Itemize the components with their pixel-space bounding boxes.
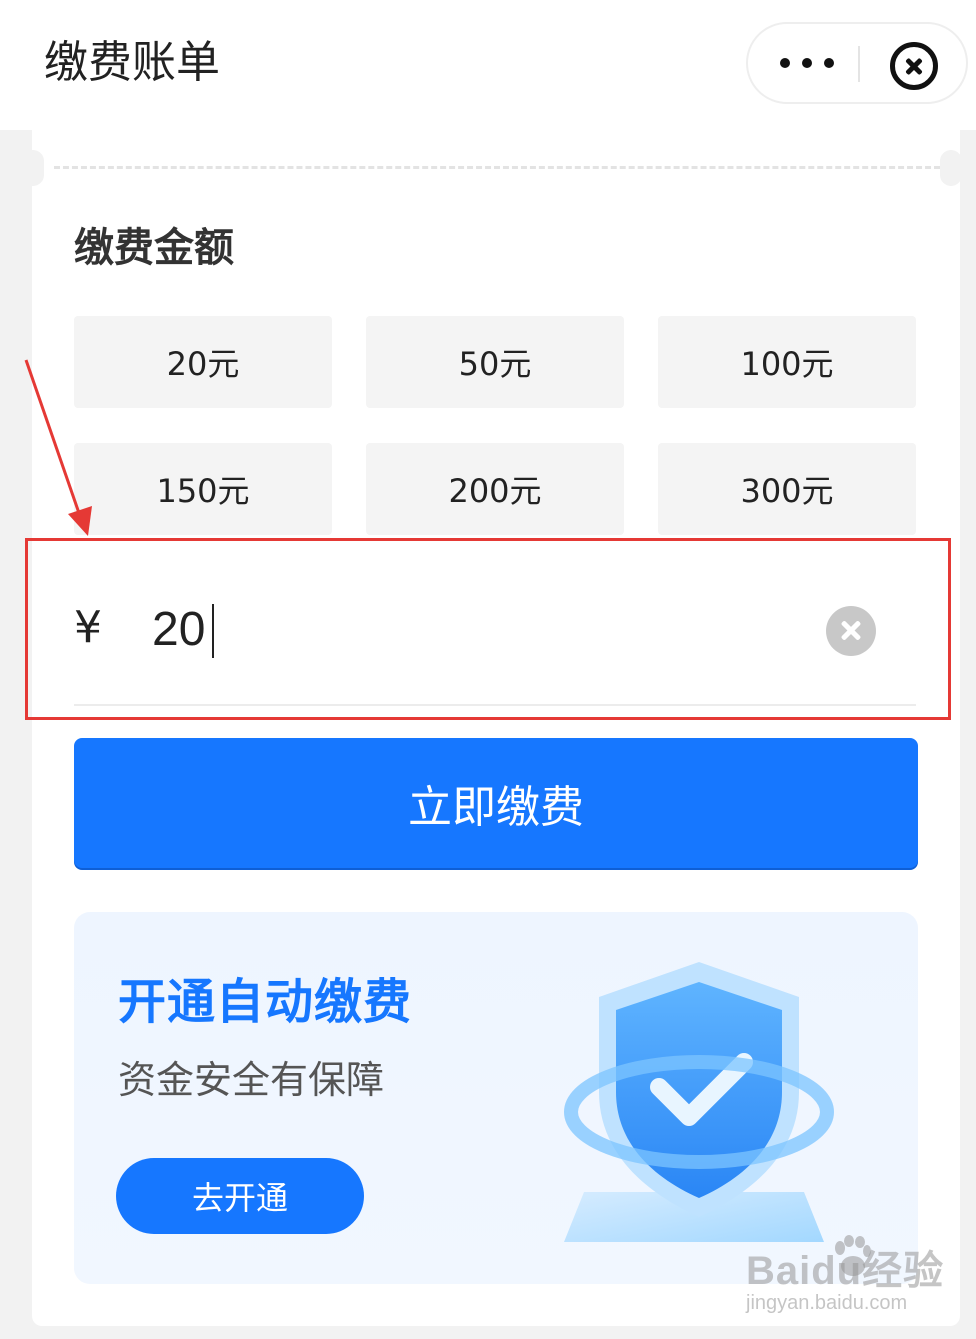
close-icon[interactable]	[890, 42, 938, 90]
capsule-divider	[858, 46, 860, 82]
more-icon[interactable]	[780, 50, 834, 76]
page: 缴费账单 缴费金额 20元 50元 100元 150元 200元 300元 ¥ …	[0, 0, 976, 1339]
annotation-arrow-icon	[24, 359, 92, 536]
nav-bar: 缴费账单	[0, 0, 976, 130]
auto-pay-title: 开通自动缴费	[118, 974, 413, 1030]
security-shield-icon	[564, 962, 834, 1242]
auto-pay-subtitle: 资金安全有保障	[118, 1058, 385, 1102]
enable-auto-pay-button[interactable]: 去开通	[116, 1158, 364, 1234]
page-title: 缴费账单	[44, 37, 220, 88]
card-notch-left	[22, 150, 44, 186]
card-notch-right	[940, 150, 962, 186]
amount-option-300[interactable]: 300元	[658, 443, 916, 535]
amount-option-20[interactable]: 20元	[74, 316, 332, 408]
auto-pay-banner: 开通自动缴费 资金安全有保障 去开通	[74, 912, 918, 1284]
amount-option-150[interactable]: 150元	[74, 443, 332, 535]
dashed-divider	[54, 166, 940, 169]
mini-program-capsule	[746, 22, 968, 104]
pay-now-button[interactable]: 立即缴费	[74, 738, 918, 868]
amount-option-50[interactable]: 50元	[366, 316, 624, 408]
amount-option-200[interactable]: 200元	[366, 443, 624, 535]
annotation-highlight-box	[25, 538, 951, 720]
amount-section-title: 缴费金额	[74, 225, 234, 271]
amount-option-100[interactable]: 100元	[658, 316, 916, 408]
